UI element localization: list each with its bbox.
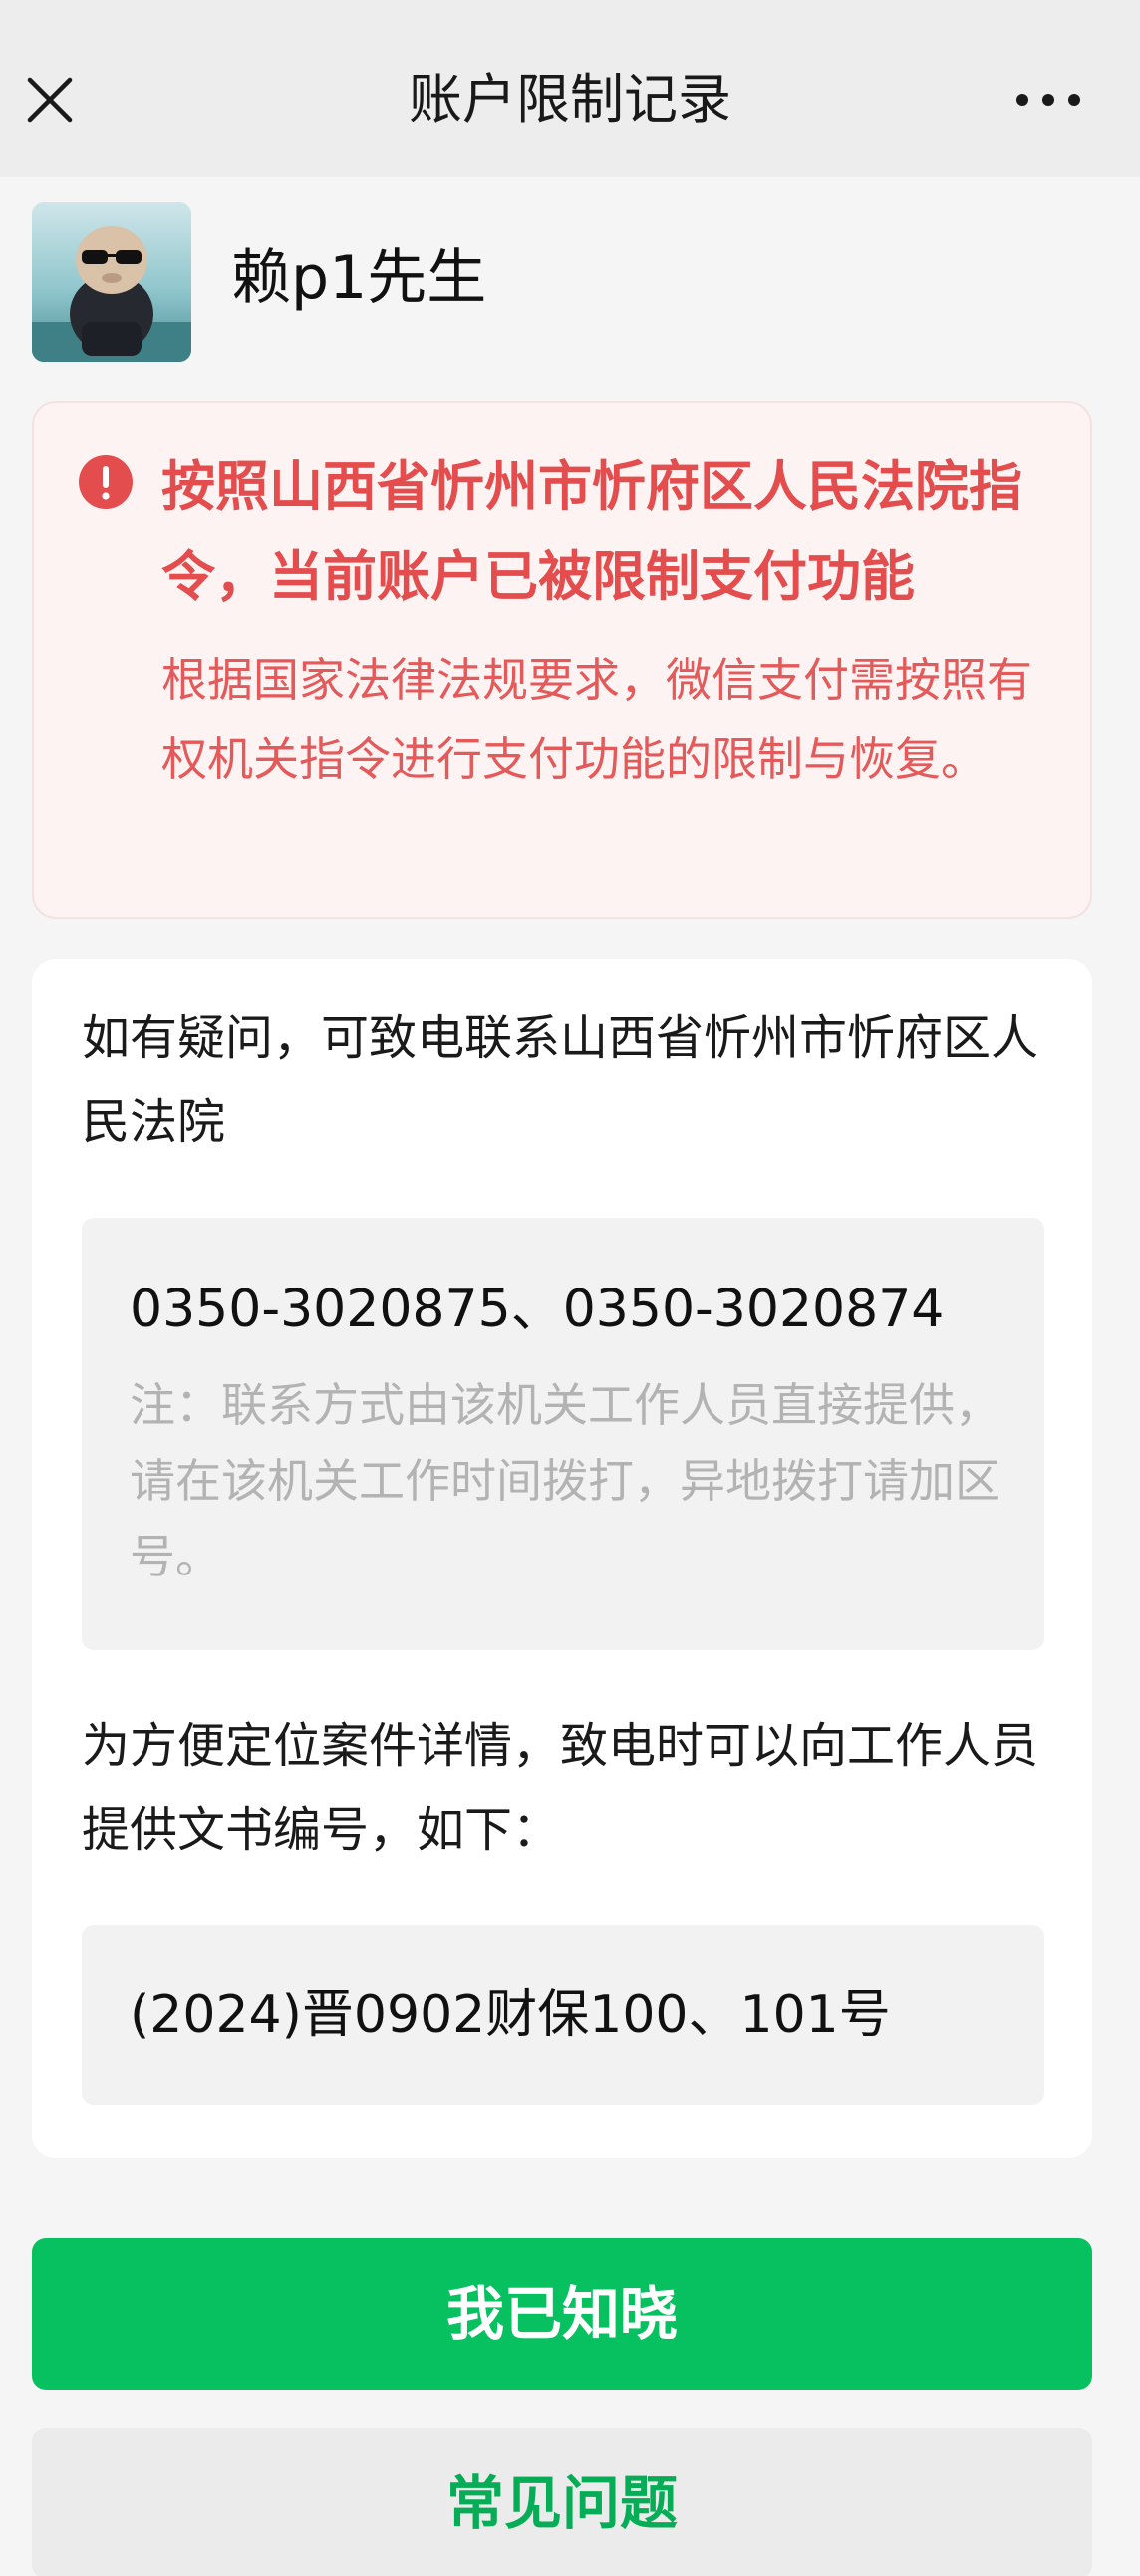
exclamation-circle-icon [79,455,133,509]
contact-card: 如有疑问，可致电联系山西省忻州市忻府区人民法院 0350-3020875、035… [32,959,1092,2158]
avatar[interactable] [32,202,191,362]
phone-numbers[interactable]: 0350-3020875、0350-3020874 [130,1270,944,1349]
username: 赖p1先生 [231,243,487,313]
alert-title: 按照山西省忻州市忻府区人民法院指令，当前账户已被限制支付功能 [161,455,1022,608]
alert-description: 根据国家法律法规要求，微信支付需按照有权机关指令进行支付功能的限制与恢复。 [161,653,1032,786]
nav-bar: 账户限制记录 [0,0,1140,177]
document-intro: 为方便定位案件详情，致电时可以向工作人员提供文书编号，如下： [82,1718,1039,1858]
contact-note: 注：联系方式由该机关工作人员直接提供，请在该机关工作时间拨打，异地拨打请加区号。 [130,1378,1000,1583]
main-content: 赖p1先生 按照山西省忻州市忻府区人民法院指令，当前账户已被限制支付功能 根据国… [0,177,1140,2576]
more-icon[interactable] [1012,80,1084,120]
document-number[interactable]: (2024)晋0902财保100、101号 [130,1975,891,2055]
acknowledge-button[interactable]: 我已知晓 [32,2238,1092,2390]
document-number-box: (2024)晋0902财保100、101号 [82,1925,1044,2105]
restriction-alert: 按照山西省忻州市忻府区人民法院指令，当前账户已被限制支付功能 根据国家法律法规要… [32,401,1092,919]
phone-info-box: 0350-3020875、0350-3020874 注：联系方式由该机关工作人员… [82,1218,1044,1650]
contact-intro: 如有疑问，可致电联系山西省忻州市忻府区人民法院 [82,1010,1039,1150]
faq-button[interactable]: 常见问题 [32,2428,1092,2576]
page-title: 账户限制记录 [409,68,731,131]
